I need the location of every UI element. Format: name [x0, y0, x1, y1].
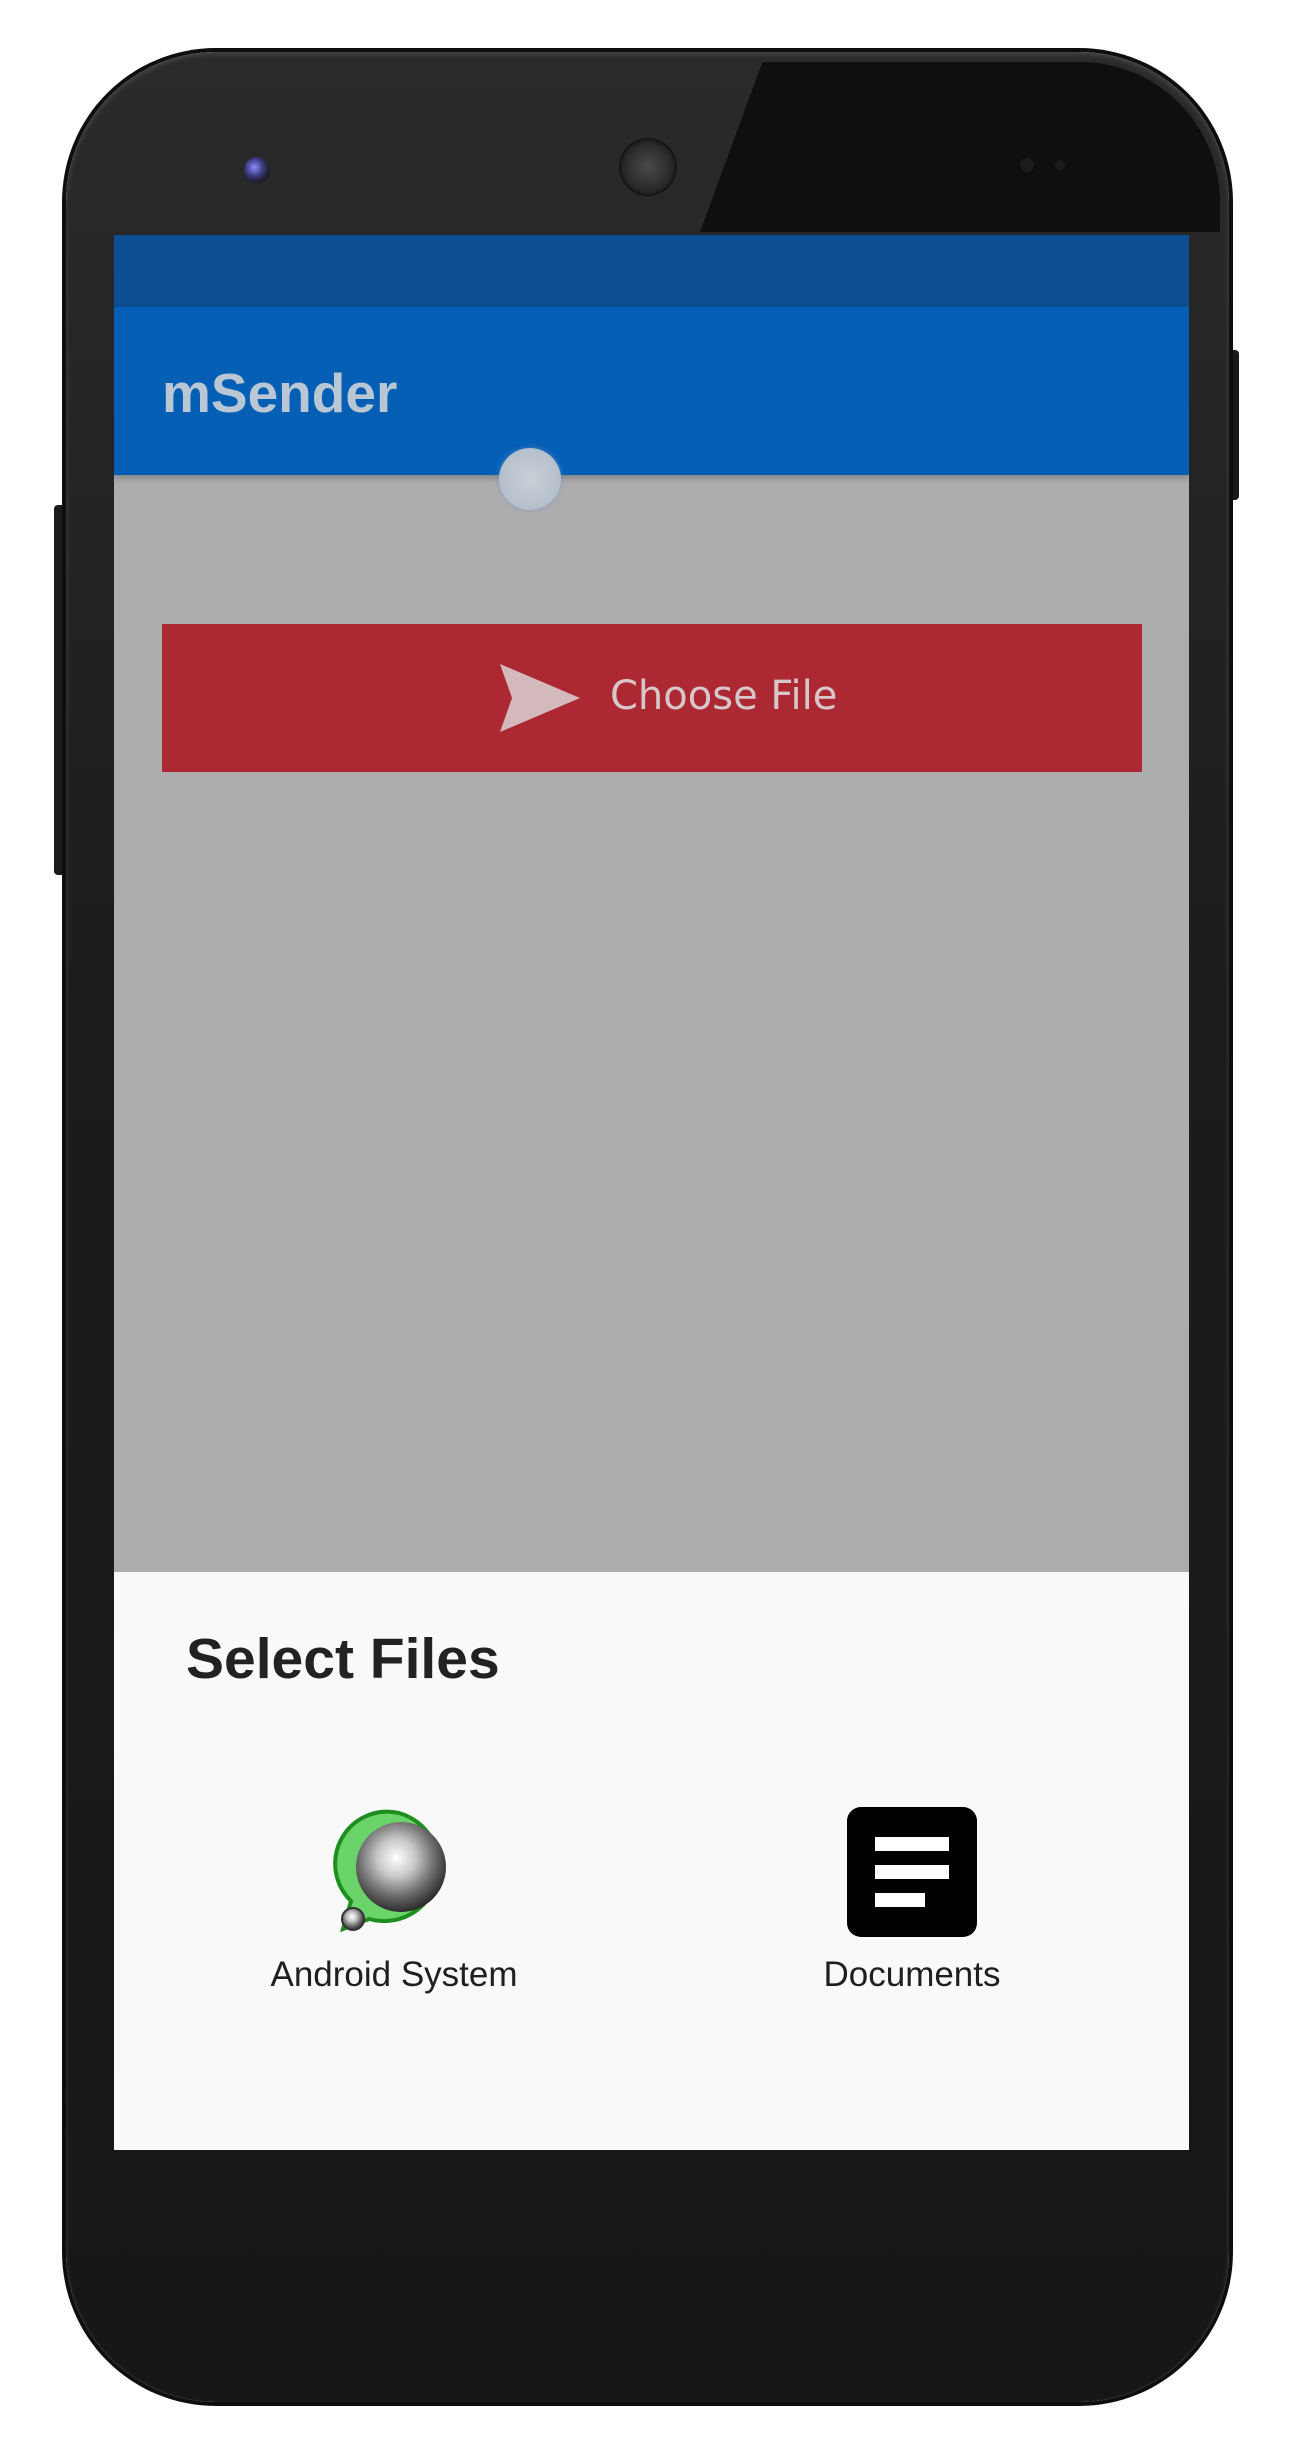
choose-file-label: Choose File — [610, 673, 838, 719]
option-android-system[interactable]: Android System — [224, 1807, 564, 2027]
phone-screen: mSender Choose File Select Files Android… — [114, 235, 1189, 2150]
status-bar — [114, 235, 1189, 307]
front-camera — [244, 157, 270, 183]
app-bar: mSender — [114, 307, 1189, 475]
select-files-sheet: Select Files Android System Documents — [114, 1572, 1189, 2150]
documents-icon — [847, 1807, 977, 1937]
phone-glare — [700, 62, 1220, 232]
earpiece-speaker — [619, 138, 677, 196]
option-documents[interactable]: Documents — [742, 1807, 1082, 2027]
app-title: mSender — [162, 362, 398, 424]
light-sensor — [1055, 160, 1065, 170]
proximity-sensor — [1020, 158, 1034, 172]
option-label: Documents — [823, 1955, 1001, 1994]
choose-file-button[interactable]: Choose File — [162, 624, 1142, 772]
device-mockup: mSender Choose File Select Files Android… — [0, 0, 1293, 2456]
sheet-title: Select Files — [186, 1627, 500, 1691]
send-icon — [500, 664, 580, 732]
touch-indicator — [499, 448, 561, 510]
android-system-icon — [333, 1809, 446, 1933]
option-label: Android System — [270, 1955, 518, 1994]
